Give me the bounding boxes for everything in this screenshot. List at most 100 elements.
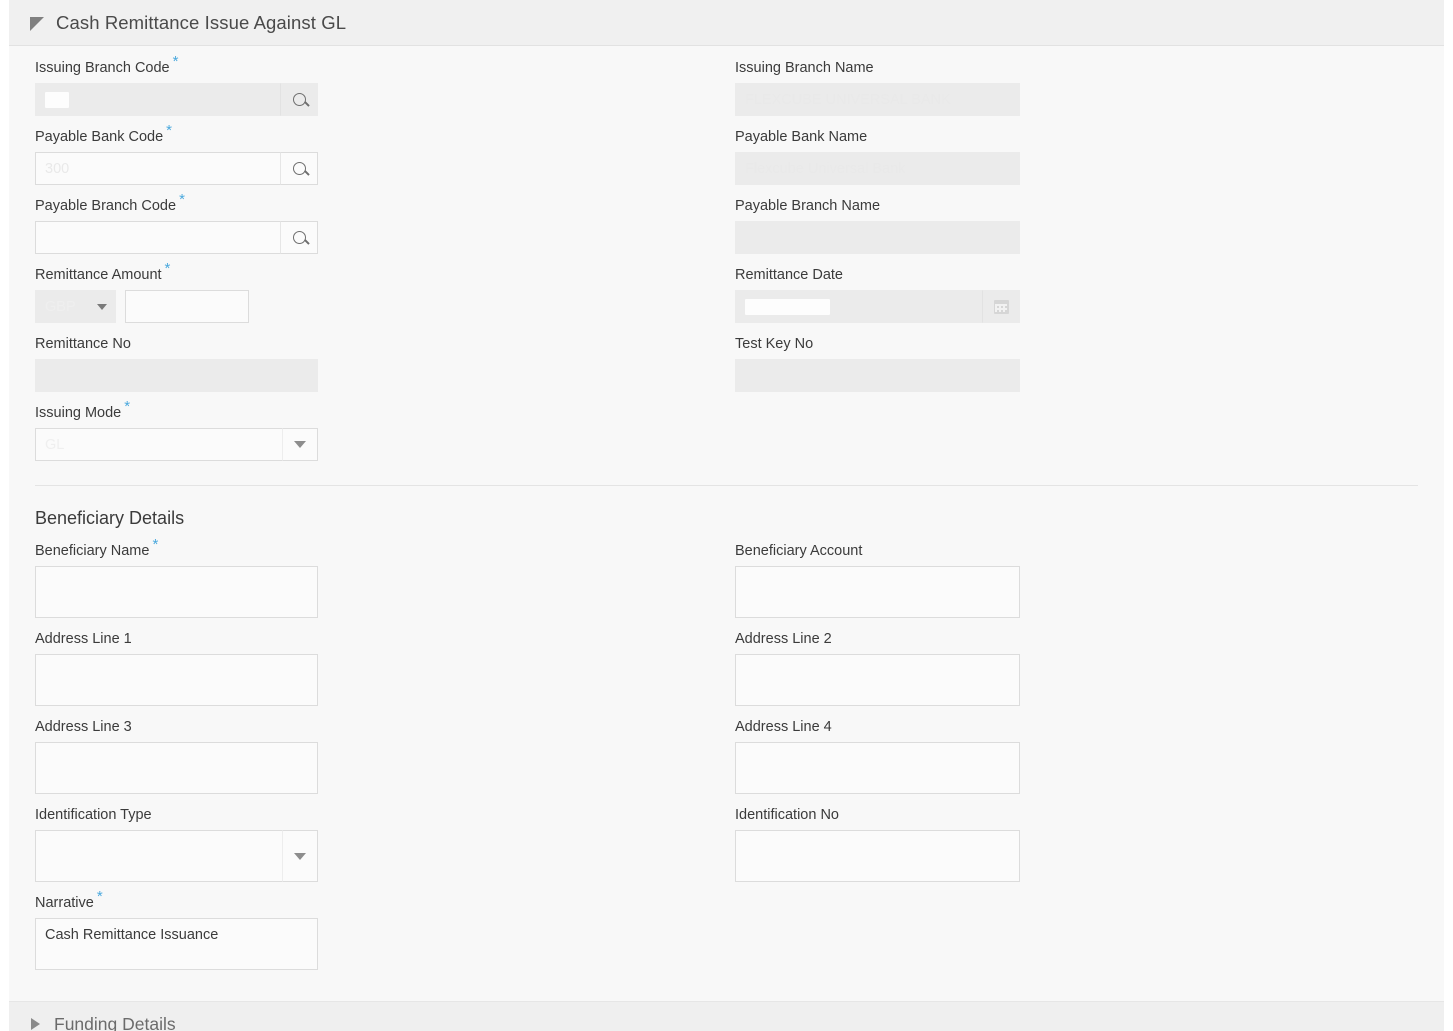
payable-branch-code-input[interactable] xyxy=(35,221,280,254)
bottom-spacer xyxy=(9,983,1444,1001)
field-payable-bank-code: Payable Bank Code * 300 xyxy=(35,123,735,185)
remittance-amount-input[interactable] xyxy=(125,290,249,323)
issuing-branch-code-value: 006 xyxy=(45,91,70,108)
required-marker: * xyxy=(179,191,185,209)
label-text: Payable Bank Code xyxy=(35,129,164,145)
search-icon xyxy=(292,93,306,106)
issuing-branch-code-input[interactable]: 006 xyxy=(35,83,280,116)
issuing-branch-name-input: FLEXCUBE UNIVERSAL BANK xyxy=(735,83,1020,116)
triangle-right-icon[interactable] xyxy=(31,1018,40,1030)
label-issuing-branch-name: Issuing Branch Name xyxy=(735,60,874,76)
remittance-date-group: Mar 27, 2021 xyxy=(735,290,1020,323)
address-line-1-input[interactable] xyxy=(35,654,318,706)
payable-bank-code-value: 300 xyxy=(45,160,70,177)
remittance-date-picker-button[interactable] xyxy=(982,290,1020,323)
panel-header-cash-remittance[interactable]: Cash Remittance Issue Against GL xyxy=(9,0,1444,46)
field-address-line-2: Address Line 2 xyxy=(735,631,1418,706)
search-icon xyxy=(292,231,306,244)
chevron-down-icon xyxy=(294,852,306,860)
label-identification-type: Identification Type xyxy=(35,807,152,823)
spacer-cell xyxy=(735,895,1418,983)
currency-code: GBP xyxy=(45,298,76,315)
label-beneficiary-account: Beneficiary Account xyxy=(735,543,863,559)
field-remittance-no: Remittance No xyxy=(35,336,735,392)
field-payable-bank-name: Payable Bank Name Flexcube Universal Ban… xyxy=(735,129,1418,185)
payable-bank-code-search-button[interactable] xyxy=(280,152,318,185)
issuing-branch-code-group: 006 xyxy=(35,83,318,116)
issuing-mode-select[interactable]: GL xyxy=(35,428,318,461)
address-line-2-input[interactable] xyxy=(735,654,1020,706)
beneficiary-name-input[interactable] xyxy=(35,566,318,618)
issuing-mode-dropdown-button[interactable] xyxy=(282,428,318,461)
beneficiary-account-input[interactable] xyxy=(735,566,1020,618)
label-remittance-no: Remittance No xyxy=(35,336,131,352)
form-body: Issuing Branch Code * 006 Issuing Branch … xyxy=(9,46,1444,1001)
field-narrative: Narrative * Cash Remittance Issuance xyxy=(35,889,735,970)
field-payable-branch-name: Payable Branch Name xyxy=(735,198,1418,254)
accordion-funding-details[interactable]: Funding Details xyxy=(9,1001,1444,1031)
identification-type-value-box[interactable] xyxy=(35,830,282,882)
currency-value: GBP xyxy=(35,290,88,323)
required-marker: * xyxy=(172,53,179,71)
label-beneficiary-name: Beneficiary Name * xyxy=(35,537,735,559)
required-marker: * xyxy=(164,260,171,278)
main-fields-grid: Issuing Branch Code * 006 Issuing Branch … xyxy=(9,54,1444,474)
remittance-amount-row: GBP xyxy=(35,290,735,323)
search-icon xyxy=(292,162,306,175)
address-line-4-input[interactable] xyxy=(735,742,1020,794)
currency-dropdown-button[interactable] xyxy=(88,290,116,323)
field-remittance-amount: Remittance Amount * GBP xyxy=(35,261,735,323)
section-heading-beneficiary-details: Beneficiary Details xyxy=(35,508,185,528)
label-issuing-branch-code: Issuing Branch Code * xyxy=(35,54,735,76)
test-key-no-input xyxy=(735,359,1020,392)
identification-type-select[interactable] xyxy=(35,830,318,882)
label-address-line-4: Address Line 4 xyxy=(735,719,832,735)
label-payable-bank-code: Payable Bank Code * xyxy=(35,123,735,145)
label-narrative: Narrative * xyxy=(35,889,735,911)
triangle-down-icon[interactable] xyxy=(30,16,44,31)
label-payable-branch-name: Payable Branch Name xyxy=(735,198,881,214)
field-identification-no: Identification No xyxy=(735,807,1418,882)
spacer-cell xyxy=(735,405,1418,474)
label-text: Narrative xyxy=(35,895,94,911)
field-beneficiary-account: Beneficiary Account xyxy=(735,543,1418,618)
payable-branch-code-search-button[interactable] xyxy=(280,221,318,254)
field-address-line-1: Address Line 1 xyxy=(35,631,735,706)
chevron-down-icon xyxy=(96,303,107,310)
narrative-input[interactable]: Cash Remittance Issuance xyxy=(35,918,318,970)
cash-remittance-form-page: Cash Remittance Issue Against GL Issuing… xyxy=(0,0,1453,1031)
label-text: Beneficiary Name xyxy=(35,543,150,559)
payable-bank-name-value: Flexcube Universal Bank xyxy=(745,160,906,177)
required-marker: * xyxy=(124,398,131,416)
identification-no-input[interactable] xyxy=(735,830,1020,882)
issuing-mode-value-box[interactable]: GL xyxy=(35,428,282,461)
accordion-funding-details-label: Funding Details xyxy=(54,1013,176,1031)
label-remittance-amount: Remittance Amount * xyxy=(35,261,735,283)
field-issuing-branch-code: Issuing Branch Code * 006 xyxy=(35,54,735,116)
field-remittance-date: Remittance Date Mar 27, 2021 xyxy=(735,267,1418,323)
field-address-line-4: Address Line 4 xyxy=(735,719,1418,794)
label-text: Remittance Amount xyxy=(35,267,162,283)
currency-select[interactable]: GBP xyxy=(35,290,116,323)
field-identification-type: Identification Type xyxy=(35,807,735,882)
label-payable-bank-name: Payable Bank Name xyxy=(735,129,868,145)
label-issuing-mode: Issuing Mode * xyxy=(35,399,735,421)
label-address-line-1: Address Line 1 xyxy=(35,631,132,647)
field-issuing-branch-name: Issuing Branch Name FLEXCUBE UNIVERSAL B… xyxy=(735,60,1418,116)
calendar-icon xyxy=(993,299,1009,314)
remittance-date-input: Mar 27, 2021 xyxy=(735,290,982,323)
page-title: Cash Remittance Issue Against GL xyxy=(56,11,347,33)
label-remittance-date: Remittance Date xyxy=(735,267,843,283)
payable-bank-code-input[interactable]: 300 xyxy=(35,152,280,185)
identification-type-dropdown-button[interactable] xyxy=(282,830,318,882)
payable-branch-name-input xyxy=(735,221,1020,254)
address-line-3-input[interactable] xyxy=(35,742,318,794)
field-address-line-3: Address Line 3 xyxy=(35,719,735,794)
label-address-line-2: Address Line 2 xyxy=(735,631,832,647)
label-identification-no: Identification No xyxy=(735,807,839,823)
payable-branch-code-group xyxy=(35,221,318,254)
payable-bank-name-input: Flexcube Universal Bank xyxy=(735,152,1020,185)
issuing-branch-code-search-button[interactable] xyxy=(280,83,318,116)
payable-bank-code-group: 300 xyxy=(35,152,318,185)
required-marker: * xyxy=(166,122,173,140)
